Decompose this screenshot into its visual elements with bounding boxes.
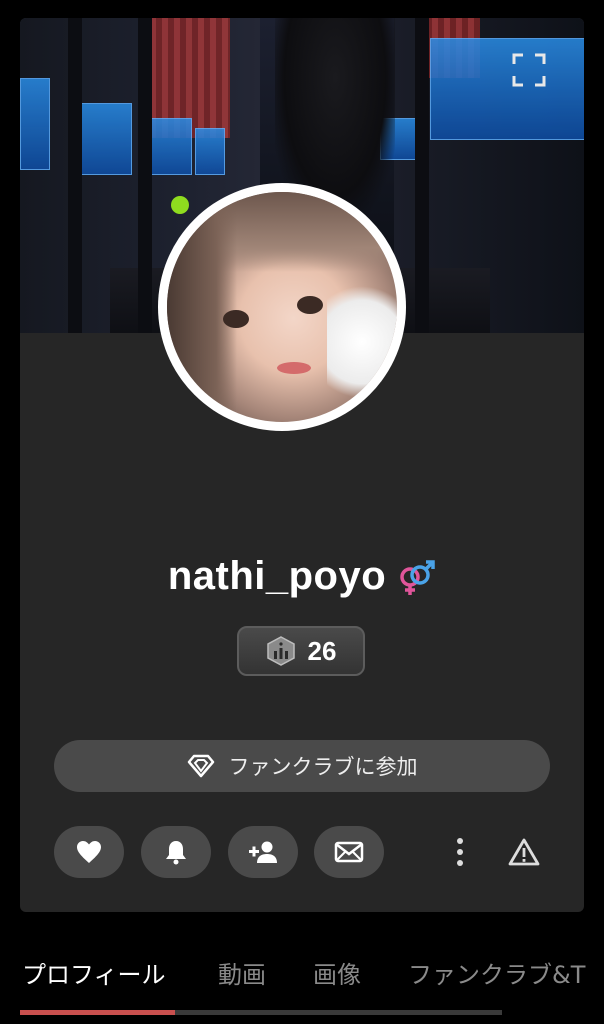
follow-button[interactable] [228,826,298,878]
mail-icon [334,841,364,863]
warning-icon [508,838,540,866]
heart-icon [77,841,101,863]
bell-icon [166,841,186,865]
add-user-icon [249,841,277,863]
more-button[interactable] [440,832,480,872]
tab-active-indicator [20,1010,175,1015]
fanclub-join-button[interactable]: ファンクラブに参加 [54,740,550,792]
tab-videos[interactable]: 動画 [218,955,266,990]
fanclub-join-label: ファンクラブに参加 [228,755,418,779]
report-button[interactable] [504,832,544,872]
profile-card: nathi_poyo 26 ファンクラブに参加 [20,18,584,912]
like-button[interactable] [54,826,124,878]
username: nathi_poyo [167,554,387,598]
expand-icon[interactable] [512,53,546,87]
level-number: 26 [307,635,337,666]
gender-fluid-icon [400,559,435,595]
tab-fanclub[interactable]: ファンクラブ&T [408,955,585,990]
level-hexagon-icon [266,636,295,666]
diamond-icon [187,754,214,778]
profile-tabs: プロフィール 動画 画像 ファンクラブ&T [0,955,604,995]
more-vertical-icon [457,838,463,866]
tab-images[interactable]: 画像 [313,955,361,990]
level-badge: 26 [237,626,365,676]
tab-profile[interactable]: プロフィール [22,955,166,990]
action-bar [54,826,554,878]
notify-button[interactable] [141,826,211,878]
avatar[interactable] [158,183,406,431]
message-button[interactable] [314,826,384,878]
